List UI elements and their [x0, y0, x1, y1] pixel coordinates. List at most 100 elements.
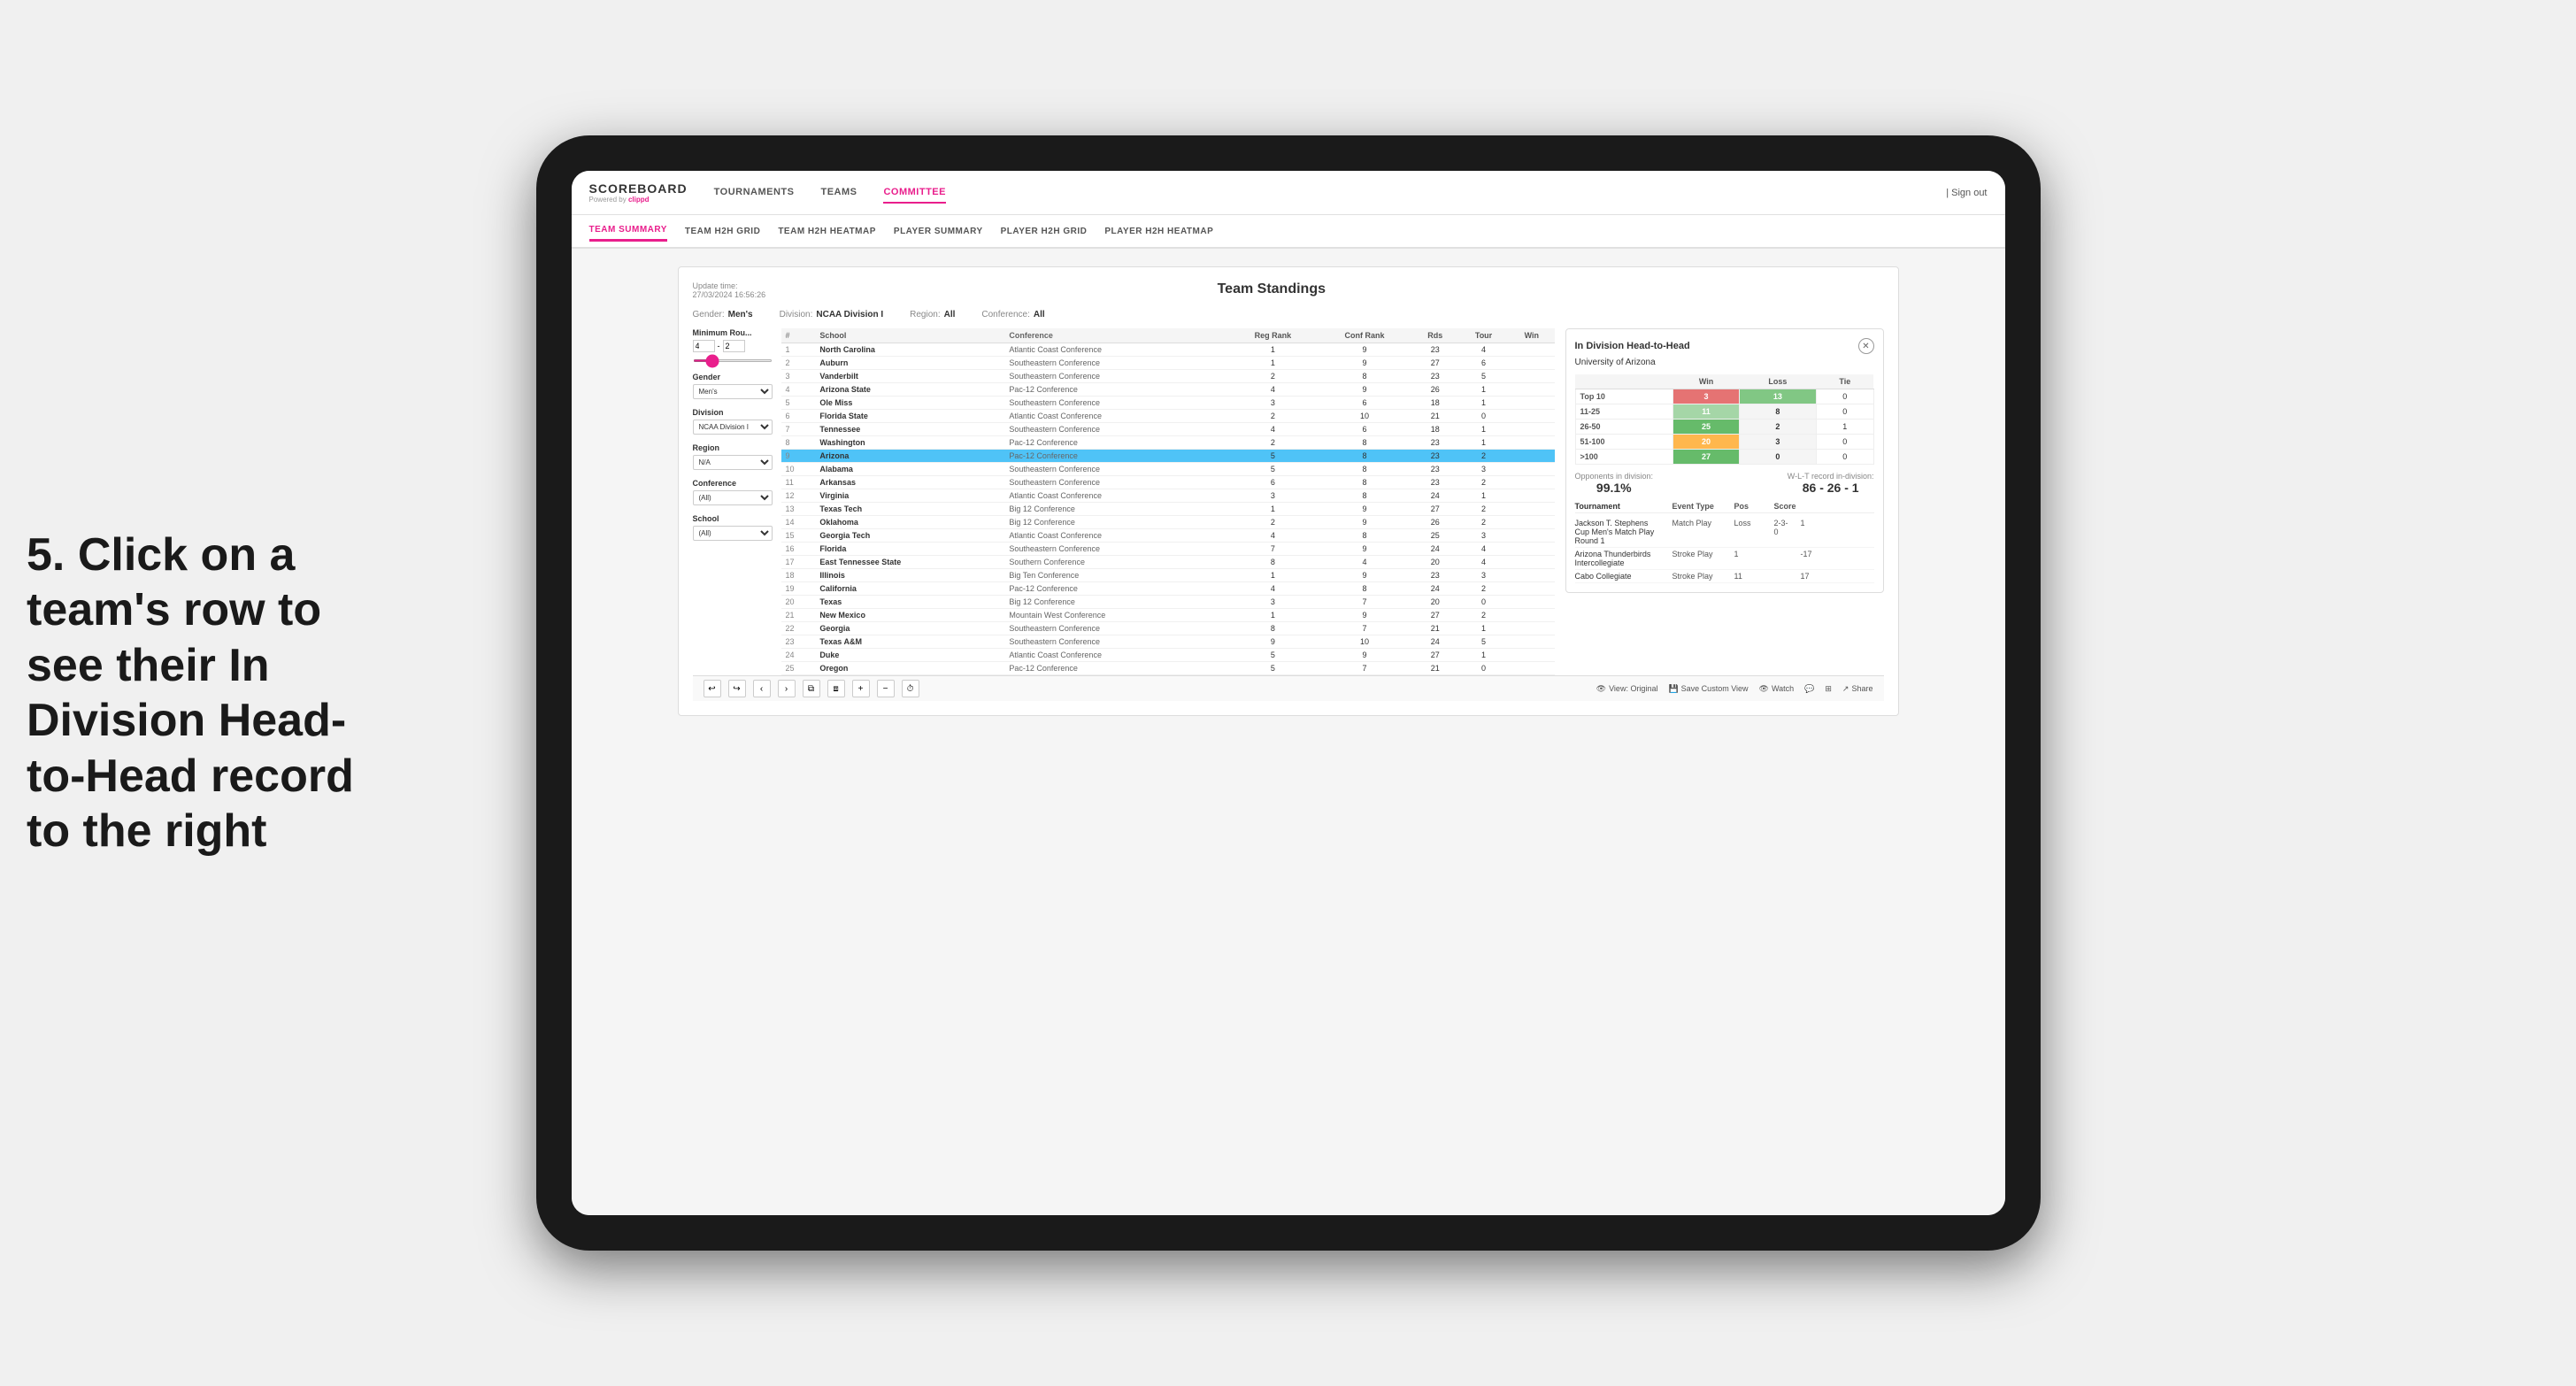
table-row[interactable]: 21 New Mexico Mountain West Conference 1…: [781, 609, 1555, 622]
grid-button[interactable]: ⊞: [1825, 684, 1832, 694]
region-select[interactable]: N/A: [693, 455, 773, 470]
conference-filter-display: Conference: All: [981, 310, 1044, 320]
cell-rank: 5: [781, 397, 816, 410]
step-forward-button[interactable]: ›: [778, 680, 796, 697]
table-row[interactable]: 15 Georgia Tech Atlantic Coast Conferenc…: [781, 529, 1555, 543]
tournament-row[interactable]: Arizona Thunderbirds Intercollegiate Str…: [1575, 548, 1874, 570]
cell-win: [1509, 662, 1554, 675]
cell-rds: 24: [1411, 635, 1458, 649]
card-header: Update time: 27/03/2024 16:56:26 Team St…: [693, 281, 1884, 299]
cell-school: Georgia: [815, 622, 1004, 635]
table-row[interactable]: 7 Tennessee Southeastern Conference 4 6 …: [781, 423, 1555, 436]
share-button[interactable]: ↗ Share: [1842, 684, 1873, 694]
watch-button[interactable]: 👁 Watch: [1759, 684, 1795, 694]
subnav-team-h2h-heatmap[interactable]: TEAM H2H HEATMAP: [778, 222, 876, 241]
table-row[interactable]: 23 Texas A&M Southeastern Conference 9 1…: [781, 635, 1555, 649]
table-row[interactable]: 25 Oregon Pac-12 Conference 5 7 21 0: [781, 662, 1555, 675]
time-button[interactable]: ⏱: [902, 680, 919, 697]
table-row[interactable]: 19 California Pac-12 Conference 4 8 24 2: [781, 582, 1555, 596]
subnav-team-summary[interactable]: TEAM SUMMARY: [589, 220, 667, 242]
cell-rank: 18: [781, 569, 816, 582]
undo-button[interactable]: ↩: [704, 680, 721, 697]
table-row[interactable]: 5 Ole Miss Southeastern Conference 3 6 1…: [781, 397, 1555, 410]
min-rounds-label: Minimum Rou...: [693, 328, 773, 337]
paste-button[interactable]: ⧈: [827, 680, 845, 697]
table-row[interactable]: 12 Virginia Atlantic Coast Conference 3 …: [781, 489, 1555, 503]
min-rounds-input[interactable]: [693, 340, 715, 352]
table-row[interactable]: 4 Arizona State Pac-12 Conference 4 9 26…: [781, 383, 1555, 397]
conference-filter: Conference (All): [693, 479, 773, 505]
minus-button[interactable]: −: [877, 680, 895, 697]
plus-button[interactable]: +: [852, 680, 870, 697]
tournament-row[interactable]: Jackson T. Stephens Cup Men's Match Play…: [1575, 517, 1874, 548]
cell-rank: 23: [781, 635, 816, 649]
table-row[interactable]: 14 Oklahoma Big 12 Conference 2 9 26 2: [781, 516, 1555, 529]
table-row[interactable]: 17 East Tennessee State Southern Confere…: [781, 556, 1555, 569]
cell-conference: Southern Conference: [1004, 556, 1228, 569]
cell-school: Alabama: [815, 463, 1004, 476]
step-back-button[interactable]: ‹: [753, 680, 771, 697]
subnav-player-summary[interactable]: PLAYER SUMMARY: [894, 222, 983, 241]
cell-reg-rank: 7: [1228, 543, 1317, 556]
table-row[interactable]: 9 Arizona Pac-12 Conference 5 8 23 2: [781, 450, 1555, 463]
table-row[interactable]: 11 Arkansas Southeastern Conference 6 8 …: [781, 476, 1555, 489]
gender-select[interactable]: Men's: [693, 384, 773, 399]
table-row[interactable]: 1 North Carolina Atlantic Coast Conferen…: [781, 343, 1555, 357]
left-panel: Minimum Rou... - Gender: [693, 328, 1555, 675]
table-row[interactable]: 22 Georgia Southeastern Conference 8 7 2…: [781, 622, 1555, 635]
cell-school: North Carolina: [815, 343, 1004, 357]
card-title: Team Standings: [1218, 281, 1326, 297]
min-rounds-max-input[interactable]: [723, 340, 745, 352]
cell-win: [1509, 450, 1554, 463]
cell-conf-rank: 8: [1317, 463, 1411, 476]
h2h-team: University of Arizona: [1575, 358, 1874, 367]
cell-rank: 24: [781, 649, 816, 662]
min-rounds-slider[interactable]: [693, 359, 773, 362]
table-row[interactable]: 6 Florida State Atlantic Coast Conferenc…: [781, 410, 1555, 423]
conference-select[interactable]: (All): [693, 490, 773, 505]
nav-teams[interactable]: TEAMS: [820, 182, 857, 204]
table-row[interactable]: 13 Texas Tech Big 12 Conference 1 9 27 2: [781, 503, 1555, 516]
table-row[interactable]: 18 Illinois Big Ten Conference 1 9 23 3: [781, 569, 1555, 582]
cell-rds: 24: [1411, 489, 1458, 503]
tournament-row[interactable]: Cabo Collegiate Stroke Play 11 17: [1575, 570, 1874, 583]
cell-conf-rank: 9: [1317, 649, 1411, 662]
nav-committee[interactable]: COMMITTEE: [883, 182, 946, 204]
save-custom-button[interactable]: 💾 Save Custom View: [1668, 684, 1748, 694]
copy-button[interactable]: ⧉: [803, 680, 820, 697]
subnav-player-h2h-heatmap[interactable]: PLAYER H2H HEATMAP: [1104, 222, 1213, 241]
cell-reg-rank: 4: [1228, 529, 1317, 543]
school-filter: School (All): [693, 514, 773, 541]
table-row[interactable]: 20 Texas Big 12 Conference 3 7 20 0: [781, 596, 1555, 609]
cell-conference: Pac-12 Conference: [1004, 582, 1228, 596]
t-event-type: Stroke Play: [1672, 572, 1726, 581]
cell-win: [1509, 503, 1554, 516]
table-row[interactable]: 24 Duke Atlantic Coast Conference 5 9 27…: [781, 649, 1555, 662]
cell-win: [1509, 423, 1554, 436]
cell-rds: 27: [1411, 357, 1458, 370]
cell-conference: Southeastern Conference: [1004, 476, 1228, 489]
table-row[interactable]: 8 Washington Pac-12 Conference 2 8 23 1: [781, 436, 1555, 450]
school-select[interactable]: (All): [693, 526, 773, 541]
subnav-player-h2h-grid[interactable]: PLAYER H2H GRID: [1001, 222, 1088, 241]
cell-conference: Southeastern Conference: [1004, 543, 1228, 556]
division-select[interactable]: NCAA Division I: [693, 420, 773, 435]
table-row[interactable]: 10 Alabama Southeastern Conference 5 8 2…: [781, 463, 1555, 476]
table-row[interactable]: 2 Auburn Southeastern Conference 1 9 27 …: [781, 357, 1555, 370]
comments-button[interactable]: 💬: [1804, 684, 1814, 694]
t-event-type: Match Play: [1672, 519, 1726, 527]
table-row[interactable]: 16 Florida Southeastern Conference 7 9 2…: [781, 543, 1555, 556]
content-area: Minimum Rou... - Gender: [693, 328, 1884, 675]
sign-out-link[interactable]: | Sign out: [1946, 188, 1987, 198]
filters-sidebar: Minimum Rou... - Gender: [693, 328, 773, 675]
cell-win: [1509, 635, 1554, 649]
cell-conference: Pac-12 Conference: [1004, 436, 1228, 450]
h2h-close-button[interactable]: ✕: [1858, 338, 1874, 354]
nav-tournaments[interactable]: TOURNAMENTS: [714, 182, 795, 204]
table-row[interactable]: 3 Vanderbilt Southeastern Conference 2 8…: [781, 370, 1555, 383]
cell-conference: Big Ten Conference: [1004, 569, 1228, 582]
view-original-button[interactable]: 👁 View: Original: [1596, 684, 1658, 694]
division-filter-label: Division: [693, 408, 773, 417]
redo-button[interactable]: ↪: [728, 680, 746, 697]
subnav-team-h2h-grid[interactable]: TEAM H2H GRID: [685, 222, 760, 241]
